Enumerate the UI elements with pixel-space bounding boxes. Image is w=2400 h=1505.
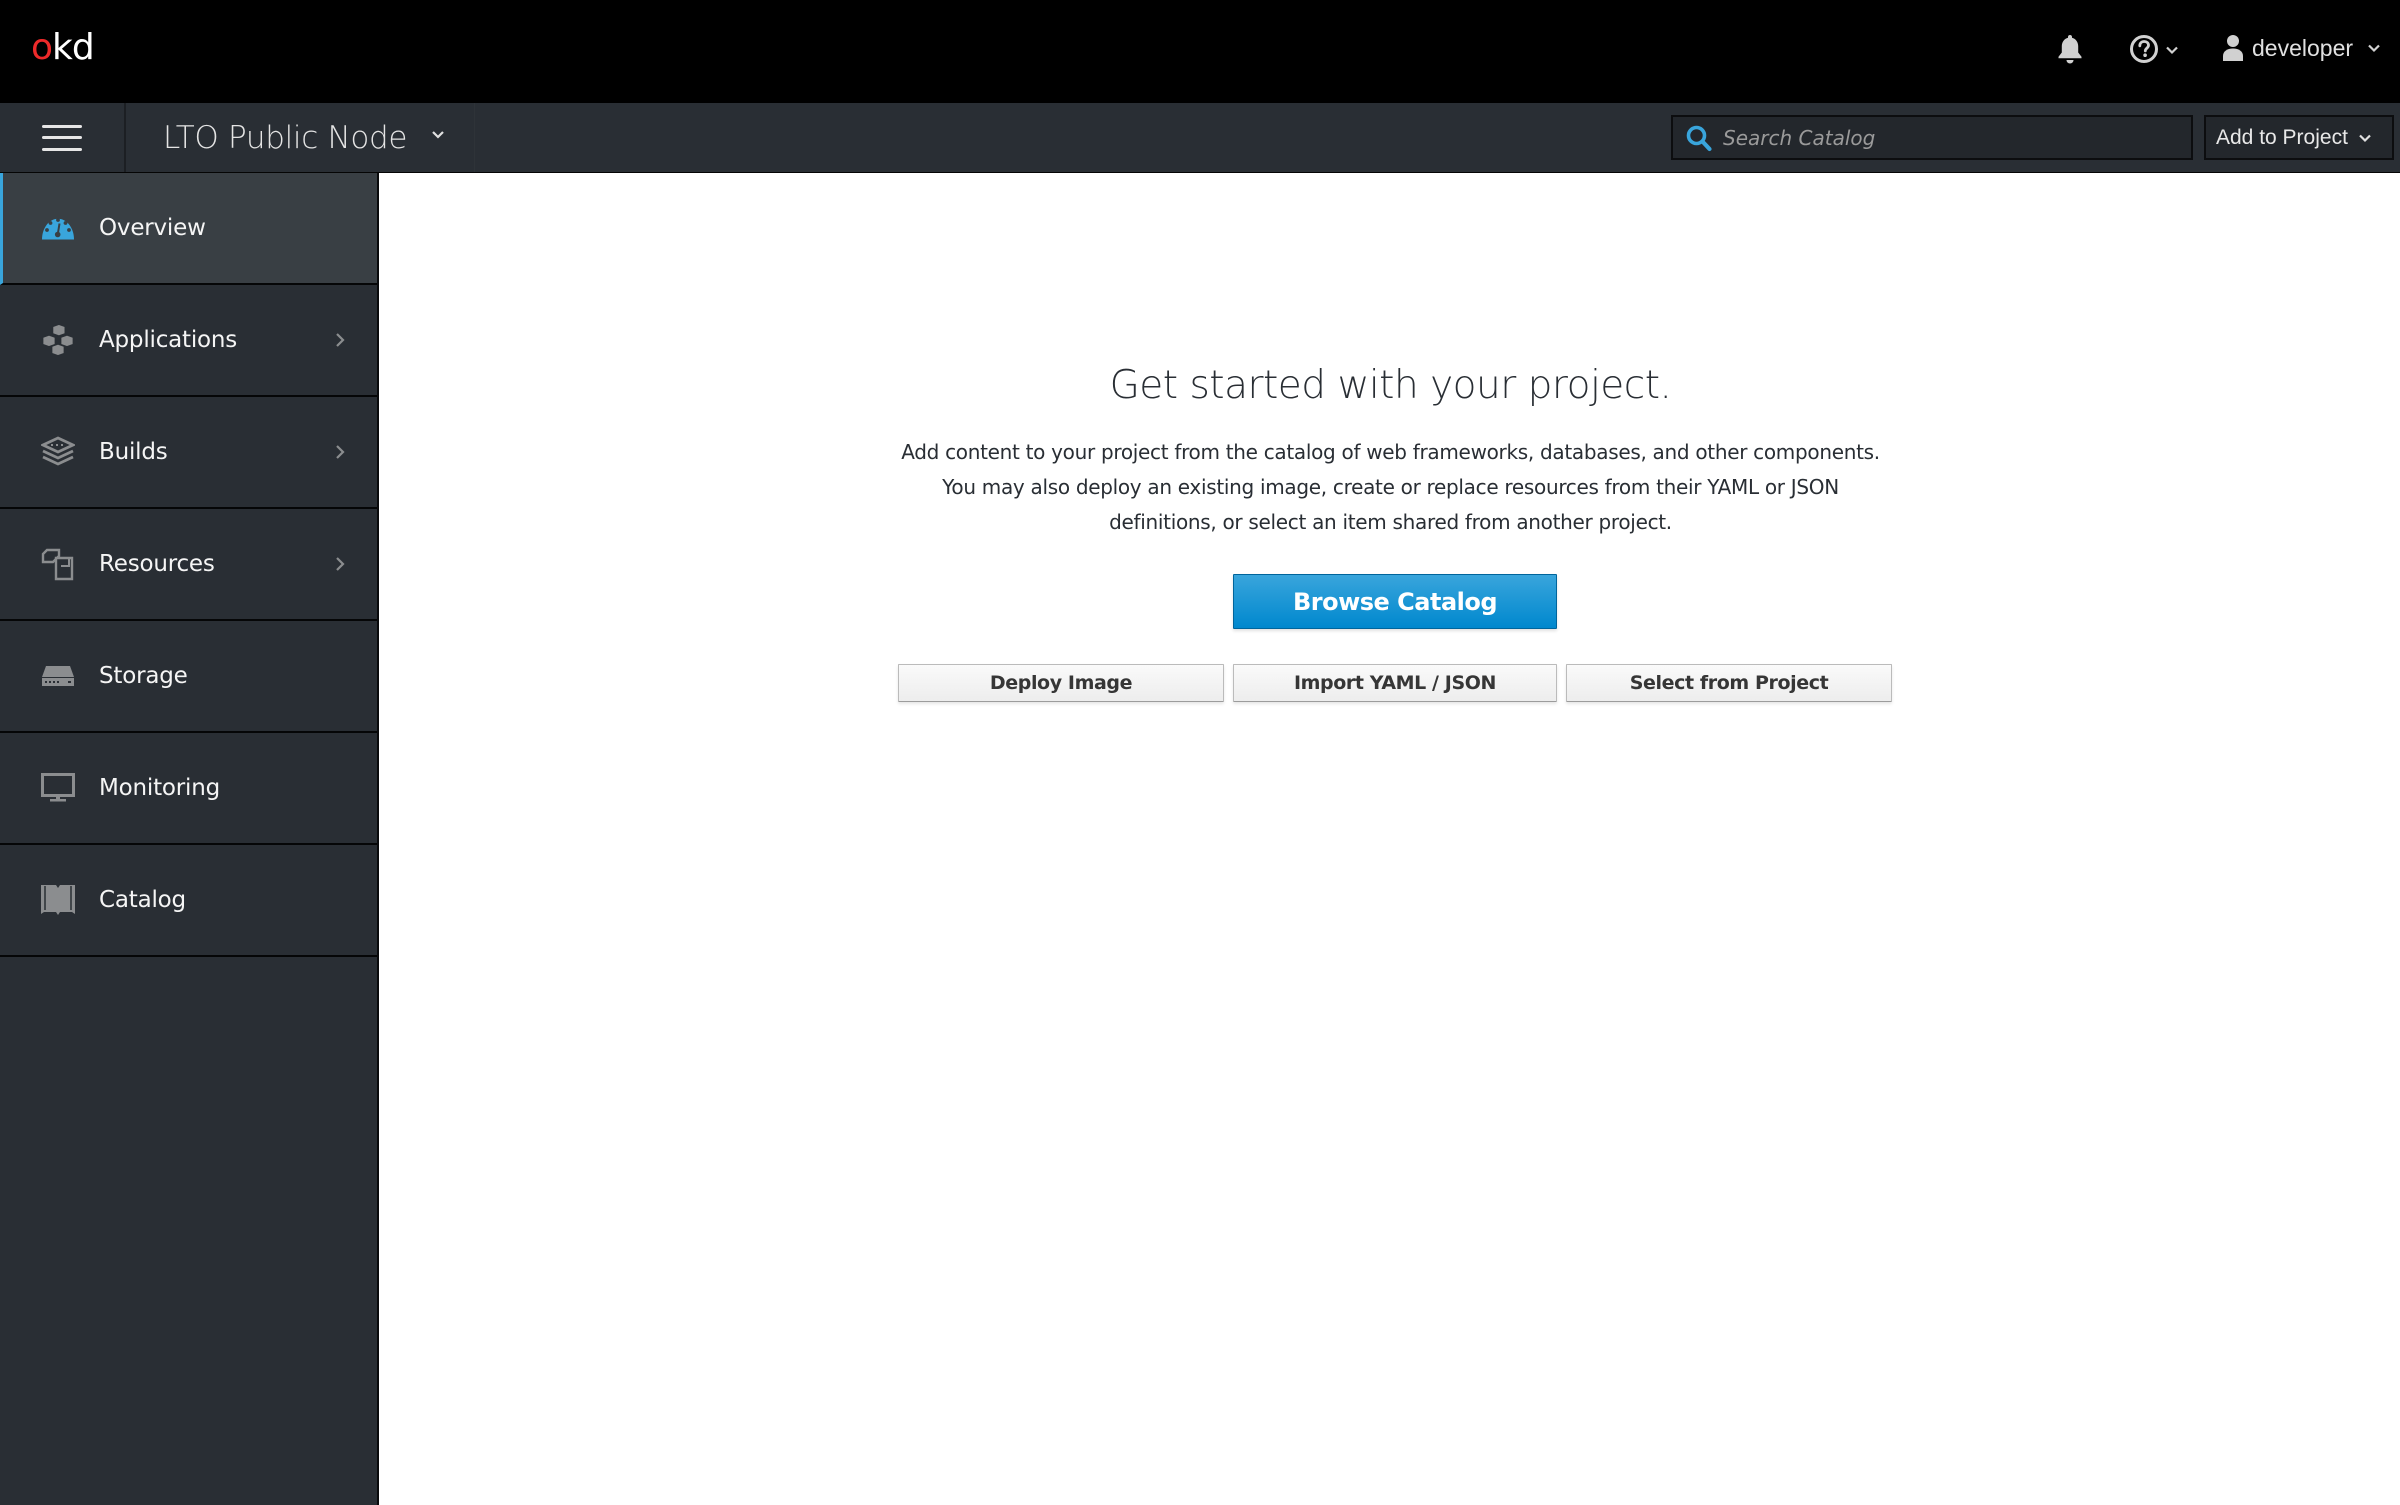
catalog-search[interactable]: [1671, 115, 2193, 160]
sidebar-item-label: Catalog: [99, 887, 186, 913]
empty-state-description: Add content to your project from the cat…: [901, 440, 1880, 534]
sidebar-item-applications[interactable]: Applications: [0, 285, 377, 397]
sidebar-item-label: Monitoring: [99, 775, 220, 801]
nav-toggle-button[interactable]: [0, 103, 126, 172]
question-circle-icon: [2130, 35, 2158, 63]
chevron-down-icon: [2359, 134, 2371, 142]
book-icon: [40, 882, 76, 918]
cubes-icon: [40, 322, 76, 358]
select-from-project-button[interactable]: Select from Project: [1566, 664, 1892, 702]
logo-prefix: o: [31, 27, 53, 68]
deploy-image-button[interactable]: Deploy Image: [898, 664, 1224, 702]
chevron-down-icon: [2368, 44, 2380, 53]
sidebar-item-label: Storage: [99, 663, 188, 689]
layers-icon: [40, 434, 76, 470]
main-content: Get started with your project. Add conte…: [381, 173, 2400, 1505]
search-catalog-input[interactable]: [1723, 125, 2183, 150]
empty-state-title: Get started with your project.: [1109, 363, 1672, 408]
okd-logo[interactable]: okd: [31, 27, 95, 68]
help-button[interactable]: [2128, 33, 2160, 65]
sidebar-item-label: Applications: [99, 327, 238, 353]
sidebar-item-storage[interactable]: Storage: [0, 621, 377, 733]
user-menu[interactable]: developer: [2222, 30, 2381, 66]
dashboard-icon: [40, 210, 76, 246]
sidebar-item-label: Builds: [99, 439, 168, 465]
context-bar: LTO Public Node Add to Project: [0, 103, 2400, 173]
masthead: okd developer: [0, 0, 2400, 103]
bell-icon: [2058, 35, 2082, 64]
project-selector[interactable]: LTO Public Node: [127, 103, 475, 172]
sidebar-item-resources[interactable]: Resources: [0, 509, 377, 621]
import-yaml-json-button[interactable]: Import YAML / JSON: [1233, 664, 1557, 702]
chevron-right-icon: [336, 557, 345, 571]
browse-catalog-button[interactable]: Browse Catalog: [1233, 574, 1557, 629]
sidebar-item-label: Overview: [99, 215, 206, 241]
sidebar-item-catalog[interactable]: Catalog: [0, 845, 377, 957]
search-icon: [1686, 125, 1712, 151]
help-dropdown-toggle[interactable]: [2163, 38, 2181, 62]
monitor-icon: [40, 770, 76, 806]
hamburger-icon: [42, 124, 82, 151]
files-icon: [40, 546, 76, 582]
sidebar-item-builds[interactable]: Builds: [0, 397, 377, 509]
storage-drive-icon: [40, 658, 76, 694]
username: developer: [2252, 34, 2354, 61]
project-name: LTO Public Node: [163, 119, 408, 156]
user-icon: [2223, 35, 2243, 61]
notifications-button[interactable]: [2054, 33, 2086, 65]
chevron-right-icon: [336, 333, 345, 347]
add-to-project-label: Add to Project: [2216, 125, 2348, 149]
sidebar-nav: Overview Applications Builds Resources S…: [0, 173, 379, 1505]
sidebar-item-label: Resources: [99, 551, 215, 577]
sidebar-item-overview[interactable]: Overview: [0, 173, 377, 285]
chevron-right-icon: [336, 445, 345, 459]
logo-suffix: kd: [52, 27, 95, 68]
chevron-down-icon: [432, 131, 444, 139]
sidebar-item-monitoring[interactable]: Monitoring: [0, 733, 377, 845]
chevron-down-icon: [2166, 46, 2178, 55]
add-to-project-button[interactable]: Add to Project: [2204, 115, 2394, 160]
